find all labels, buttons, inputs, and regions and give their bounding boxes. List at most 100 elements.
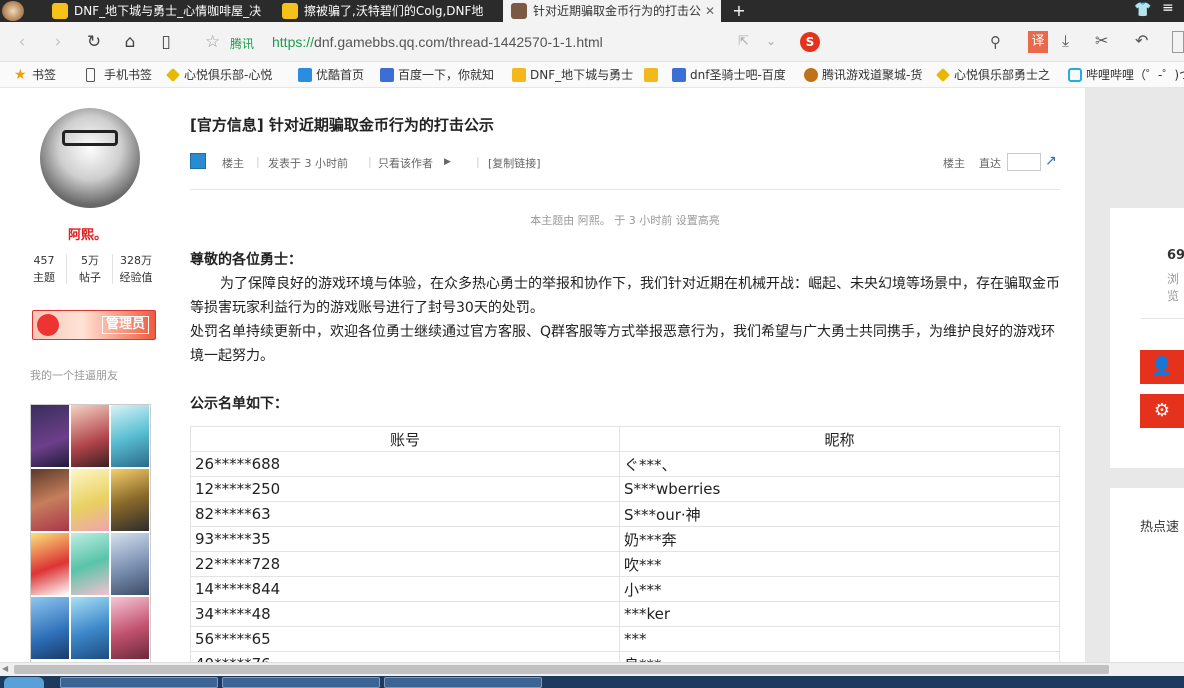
signature-title: 我的一个挂逼朋友: [30, 369, 118, 382]
table-row: 22*****728 吹***: [190, 551, 1060, 577]
user-profile-button[interactable]: 👤: [1140, 350, 1184, 384]
username[interactable]: 阿熙。: [0, 224, 175, 243]
baidu-icon: [380, 68, 394, 82]
bookmark-item[interactable]: 腾讯游戏道聚城-货: [804, 66, 922, 84]
floor-jump-input[interactable]: [1007, 153, 1041, 171]
stat-experience[interactable]: 328万 经验值: [114, 252, 158, 286]
tab-dnf-cafe[interactable]: DNF_地下城与勇士_心情咖啡屋_决: [44, 0, 272, 22]
refresh-icon[interactable]: ↻: [82, 30, 106, 54]
bookmark-item[interactable]: [644, 66, 662, 84]
browser-logo-icon[interactable]: [2, 1, 24, 21]
url-path: dnf.gamebbs.qq.com/thread-1442570-1-1.ht…: [314, 34, 603, 50]
scroll-left-icon[interactable]: ◀: [2, 664, 8, 673]
bookmark-item[interactable]: 百度一下，你就知: [380, 66, 494, 84]
shirt-icon[interactable]: 👕: [1134, 2, 1151, 18]
nickname-cell: 吹***: [619, 551, 1060, 577]
back-button[interactable]: ‹: [10, 30, 34, 54]
download-icon[interactable]: ⤓: [1062, 31, 1069, 51]
reader-mode-icon[interactable]: ▯: [154, 30, 178, 54]
nickname-cell: ***ker: [619, 601, 1060, 627]
bookmark-label: 心悦俱乐部-心悦: [184, 68, 273, 82]
bookmark-item[interactable]: ★ 书签: [14, 66, 56, 84]
dnf-icon: [644, 68, 658, 82]
divider: [112, 254, 113, 284]
stat-value: 457: [33, 254, 55, 267]
stat-posts[interactable]: 5万 帖子: [68, 252, 112, 286]
hot-topics-title: 热点速: [1140, 520, 1180, 535]
bookmark-item[interactable]: 手机书签: [86, 66, 152, 84]
only-author-link[interactable]: 只看该作者: [378, 155, 433, 171]
stat-label: 帖子: [79, 271, 101, 284]
taskbar-app[interactable]: [222, 677, 380, 688]
gallery-image: [71, 405, 109, 467]
settings-button[interactable]: ⚙: [1140, 394, 1184, 428]
search-engine-icon[interactable]: S: [800, 32, 820, 52]
scissors-icon[interactable]: ✂: [1095, 31, 1108, 50]
bookmark-item[interactable]: 哔哩哔哩（゜-゜)つ: [1068, 66, 1184, 84]
chevron-down-icon[interactable]: ⌄: [766, 34, 776, 48]
account-cell: 12*****250: [190, 476, 620, 502]
view-count-label: 浏览: [1167, 272, 1180, 303]
url-text[interactable]: https://dnf.gamebbs.qq.com/thread-144257…: [272, 34, 603, 50]
bookmark-label: 手机书签: [104, 68, 153, 82]
taskbar-app[interactable]: [60, 677, 218, 688]
stat-value: 5万: [81, 254, 99, 267]
bookmark-item[interactable]: 优酷首页: [298, 66, 364, 84]
tab-current[interactable]: 针对近期骗取金币行为的打击公 ✕: [503, 0, 721, 22]
horizontal-scrollbar[interactable]: ◀: [0, 662, 1184, 676]
share-icon[interactable]: ⇱: [738, 34, 749, 49]
account-cell: 34*****48: [190, 601, 620, 627]
view-count: 69: [1167, 248, 1184, 263]
close-tab-icon[interactable]: ✕: [705, 0, 715, 22]
bookmark-item[interactable]: dnf圣骑士吧-百度: [672, 66, 786, 84]
bookmark-item[interactable]: 心悦俱乐部勇士之: [936, 66, 1050, 84]
scrollbar-thumb[interactable]: [14, 665, 1109, 674]
post-body: 尊敬的各位勇士： 为了保障良好的游戏环境与体验，在众多热心勇士的举报和协作下，我…: [190, 248, 1060, 368]
stat-value: 328万: [120, 254, 152, 267]
dnf-icon: [512, 68, 526, 82]
column-header: 账号: [190, 426, 620, 452]
stat-label: 主题: [33, 271, 55, 284]
url-scheme: https://: [272, 34, 315, 50]
new-tab-button[interactable]: +: [728, 0, 750, 22]
signature-image-gallery: [30, 404, 151, 674]
undo-icon[interactable]: ↶: [1135, 31, 1148, 50]
list-title: 公示名单如下：: [190, 396, 288, 412]
bookmark-star-icon[interactable]: ☆: [205, 32, 220, 52]
jump-arrow-icon[interactable]: ↗: [1045, 153, 1057, 169]
forward-button[interactable]: ›: [46, 30, 70, 54]
page-title: [官方信息] 针对近期骗取金币行为的打击公示: [190, 116, 494, 134]
nickname-cell: S***our·神: [619, 501, 1060, 527]
phone-icon: [86, 68, 95, 82]
divider: [66, 254, 67, 284]
copy-link-button[interactable]: [复制链接]: [488, 155, 541, 171]
menu-icon[interactable]: ≡: [1162, 0, 1174, 16]
post-meta-bar: 楼主 | 发表于 3 小时前 | 只看该作者 ▶ | [复制链接] 楼主 直达 …: [190, 153, 1060, 173]
address-bar[interactable]: ☆ 腾讯 https://dnf.gamebbs.qq.com/thread-1…: [200, 28, 790, 56]
taskbar-app[interactable]: [384, 677, 542, 688]
star-icon: ★: [14, 67, 27, 83]
gallery-image: [111, 533, 149, 595]
search-icon[interactable]: ⚲: [990, 33, 1001, 51]
bookmark-label: 优酷首页: [316, 68, 365, 82]
table-row: 82*****63 S***our·神: [190, 501, 1060, 527]
avatar[interactable]: [40, 108, 140, 208]
bookmark-item[interactable]: DNF_地下城与勇士: [512, 66, 633, 84]
table-row: 56*****65 ***: [190, 626, 1060, 652]
tab-label: 擦被骗了,沃特碧们的Colg,DNF地: [304, 4, 484, 18]
gallery-image: [71, 597, 109, 659]
home-icon[interactable]: ⌂: [118, 30, 142, 54]
translate-button[interactable]: 译: [1028, 31, 1048, 53]
goto-label: 直达: [979, 157, 1001, 170]
tab-favicon-icon: [511, 3, 527, 19]
bookmark-item[interactable]: 心悦俱乐部-心悦: [166, 66, 272, 84]
bookmark-label: 心悦俱乐部勇士之: [954, 68, 1051, 82]
table-row: 12*****250 S***wberries: [190, 476, 1060, 502]
stat-topics[interactable]: 457 主题: [22, 252, 66, 286]
bookmark-bar: ★ 书签 手机书签 心悦俱乐部-心悦 优酷首页 百度一下，你就知 DNF_地下城与…: [0, 62, 1184, 88]
tab-colg[interactable]: 擦被骗了,沃特碧们的Colg,DNF地: [274, 0, 502, 22]
stats-card: 69 浏览 👤 ⚙: [1110, 208, 1184, 468]
start-button[interactable]: [4, 677, 44, 688]
nickname-cell: 小***: [619, 576, 1060, 602]
sidebar-toggle-icon[interactable]: [1172, 31, 1184, 53]
